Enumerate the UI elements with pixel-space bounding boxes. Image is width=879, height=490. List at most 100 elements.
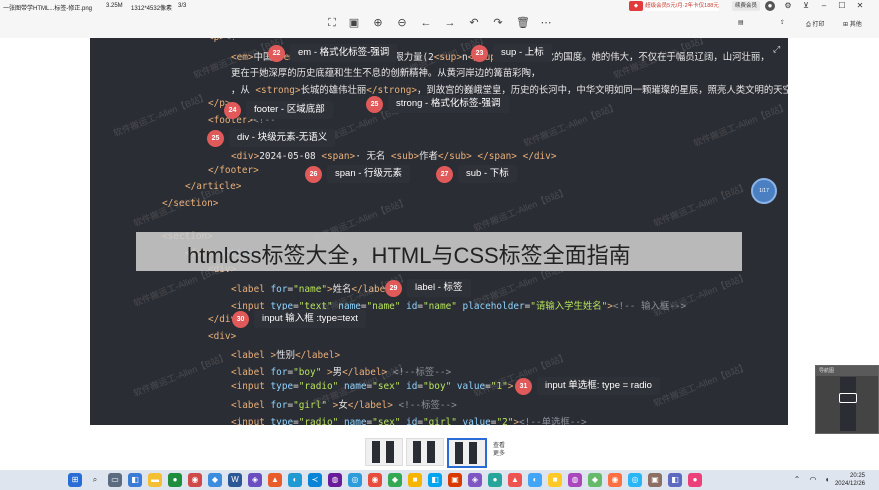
code-line: <label >性别</label> (231, 350, 341, 362)
other-label: 其他 (849, 22, 862, 28)
close-icon[interactable]: ✕ (854, 1, 866, 11)
app-icon-3[interactable]: ◉ (188, 473, 202, 487)
thumbnail-1[interactable] (365, 438, 403, 466)
minimize-icon[interactable]: – (818, 1, 830, 11)
print-button[interactable]: ⎙ 打印 (806, 19, 824, 29)
pin-icon[interactable]: ⊻ (800, 1, 812, 11)
volume-icon[interactable]: ◖ (820, 473, 834, 487)
clock-time: 20:25 (849, 473, 865, 479)
more-icon[interactable]: ⋯ (540, 17, 552, 29)
annotation-marker: 27 (436, 166, 453, 183)
thumbnail-3[interactable] (447, 438, 487, 468)
avatar[interactable]: ● (765, 1, 775, 11)
view-more-button[interactable]: 查看更多 (493, 442, 507, 458)
watermark: 软件搬运工-Allen【B站】 (651, 271, 750, 319)
prev-icon[interactable]: ← (420, 17, 432, 29)
annotation-marker: 23 (471, 45, 488, 62)
app-icon-4[interactable]: ◆ (208, 473, 222, 487)
app-icon-17[interactable]: ● (488, 473, 502, 487)
app-icon-2[interactable]: ● (168, 473, 182, 487)
app-icon-27[interactable]: ● (688, 473, 702, 487)
actual-size-icon[interactable]: ▣ (348, 17, 360, 29)
mini-navigator[interactable]: 导航图 (815, 365, 879, 434)
mini-viewport-frame[interactable] (839, 393, 857, 403)
app-icon-13[interactable]: ■ (408, 473, 422, 487)
tray-chevron-icon[interactable]: ⌃ (790, 473, 804, 487)
thumbnail-2[interactable] (406, 438, 444, 466)
app-icon-8[interactable]: ◐ (288, 473, 302, 487)
vscode-icon[interactable]: ≺ (308, 473, 322, 487)
page-fab[interactable]: 1/17 (751, 178, 777, 204)
app-icon-16[interactable]: ◈ (468, 473, 482, 487)
app-icon-15[interactable]: ▣ (448, 473, 462, 487)
search-icon[interactable]: ⌕ (88, 473, 102, 487)
app-icon-18[interactable]: ▲ (508, 473, 522, 487)
annotation-marker: 29 (385, 280, 402, 297)
app-icon-19[interactable]: ◐ (528, 473, 542, 487)
app-icon-9[interactable]: ◍ (328, 473, 342, 487)
clock-date: 2024/12/26 (834, 481, 865, 487)
app-icon-26[interactable]: ◧ (668, 473, 682, 487)
grid-icon: ⊞ (843, 22, 850, 28)
watermark: 软件搬运工-Allen【B站】 (131, 351, 230, 399)
maximize-icon[interactable]: ☐ (836, 1, 848, 11)
mini-preview (840, 377, 856, 431)
task-view-icon[interactable]: ▭ (108, 473, 122, 487)
zoom-in-icon[interactable]: ⊕ (372, 17, 384, 29)
open-with-icon[interactable]: ▤ (738, 19, 744, 26)
start-icon[interactable]: ⊞ (68, 473, 82, 487)
app-icon-12[interactable]: ◆ (388, 473, 402, 487)
image-dimensions: 1312*4532像素 (131, 6, 173, 12)
app-icon-21[interactable]: ◍ (568, 473, 582, 487)
app-icon-11[interactable]: ◉ (368, 473, 382, 487)
app-icon-1[interactable]: ◧ (128, 473, 142, 487)
annotation-label: input 输入框 :type=text (254, 310, 366, 328)
taskbar: ⊞ ⌕ ▭ ◧ ▬ ● ◉ ◆ W ◈ ▲ ◐ ≺ ◍ ◎ ◉ ◆ ■ ◧ ▣ … (0, 470, 879, 490)
app-icon-7[interactable]: ▲ (268, 473, 282, 487)
code-line: <div> (208, 330, 237, 342)
zoom-out-icon[interactable]: ⊖ (396, 17, 408, 29)
mini-navigator-title: 导航图 (816, 366, 878, 376)
app-icon-24[interactable]: ◎ (628, 473, 642, 487)
app-icon-20[interactable]: ■ (548, 473, 562, 487)
wifi-icon[interactable]: ◠ (806, 473, 820, 487)
watermark: 软件搬运工-Allen【B站】 (471, 186, 570, 234)
annotation-label: sub - 下标 (458, 165, 517, 183)
code-line: <label for="girl" >女</label> <!--标签--> (231, 400, 457, 412)
rotate-right-icon[interactable]: ↷ (492, 17, 504, 29)
annotation-marker: 26 (305, 166, 322, 183)
code-line: </footer> (208, 164, 259, 176)
annotation-marker: 31 (515, 378, 532, 395)
delete-icon[interactable]: 🗑 (516, 17, 530, 29)
rotate-left-icon[interactable]: ↶ (468, 17, 480, 29)
annotation-label: label - 标签 (407, 279, 471, 297)
promo-badge-icon: ◆ (629, 1, 643, 11)
promo-link[interactable]: 超级会员5元/月·2年卡仅188元 (645, 1, 719, 11)
vip-renew-button[interactable]: 续费会员 (732, 1, 760, 11)
taskbar-clock[interactable]: 20:25 2024/12/26 (835, 472, 865, 488)
app-icon-25[interactable]: ▣ (648, 473, 662, 487)
app-icon-22[interactable]: ◆ (588, 473, 602, 487)
fullscreen-icon[interactable]: ⤢ (773, 44, 783, 54)
code-line: <input type="radio" name="sex" id="girl"… (231, 416, 587, 425)
folder-icon[interactable]: ▬ (148, 473, 162, 487)
app-icon-5[interactable]: W (228, 473, 242, 487)
watermark: 软件搬运工-Allen【B站】 (111, 91, 210, 139)
annotation-label: strong - 格式化标签-强调 (388, 95, 509, 113)
code-line: <p><!-- (208, 38, 248, 43)
settings-icon[interactable]: ⚙ (782, 1, 794, 11)
other-button[interactable]: ⊞ 其他 (843, 19, 862, 28)
annotation-label: footer - 区域底部 (246, 101, 333, 119)
code-line: ，从 <strong>长城的雄伟壮丽</strong>，到故宫的巍峨堂皇，历史的… (231, 84, 788, 96)
file-name: 一张图带学HTML...标签-修正.png (3, 6, 93, 12)
annotation-label: em - 格式化标签-强调 (290, 44, 398, 62)
next-icon[interactable]: → (444, 17, 456, 29)
app-icon-6[interactable]: ◈ (248, 473, 262, 487)
share-icon[interactable]: ⇪ (780, 19, 785, 26)
fit-icon[interactable]: ⛶ (326, 17, 338, 29)
app-icon-23[interactable]: ◉ (608, 473, 622, 487)
app-icon-10[interactable]: ◎ (348, 473, 362, 487)
watermark: 软件搬运工-Allen【B站】 (521, 101, 620, 149)
app-icon-14[interactable]: ◧ (428, 473, 442, 487)
article-title: htmlcss标签大全，HTML与CSS标签全面指南 (187, 243, 631, 268)
